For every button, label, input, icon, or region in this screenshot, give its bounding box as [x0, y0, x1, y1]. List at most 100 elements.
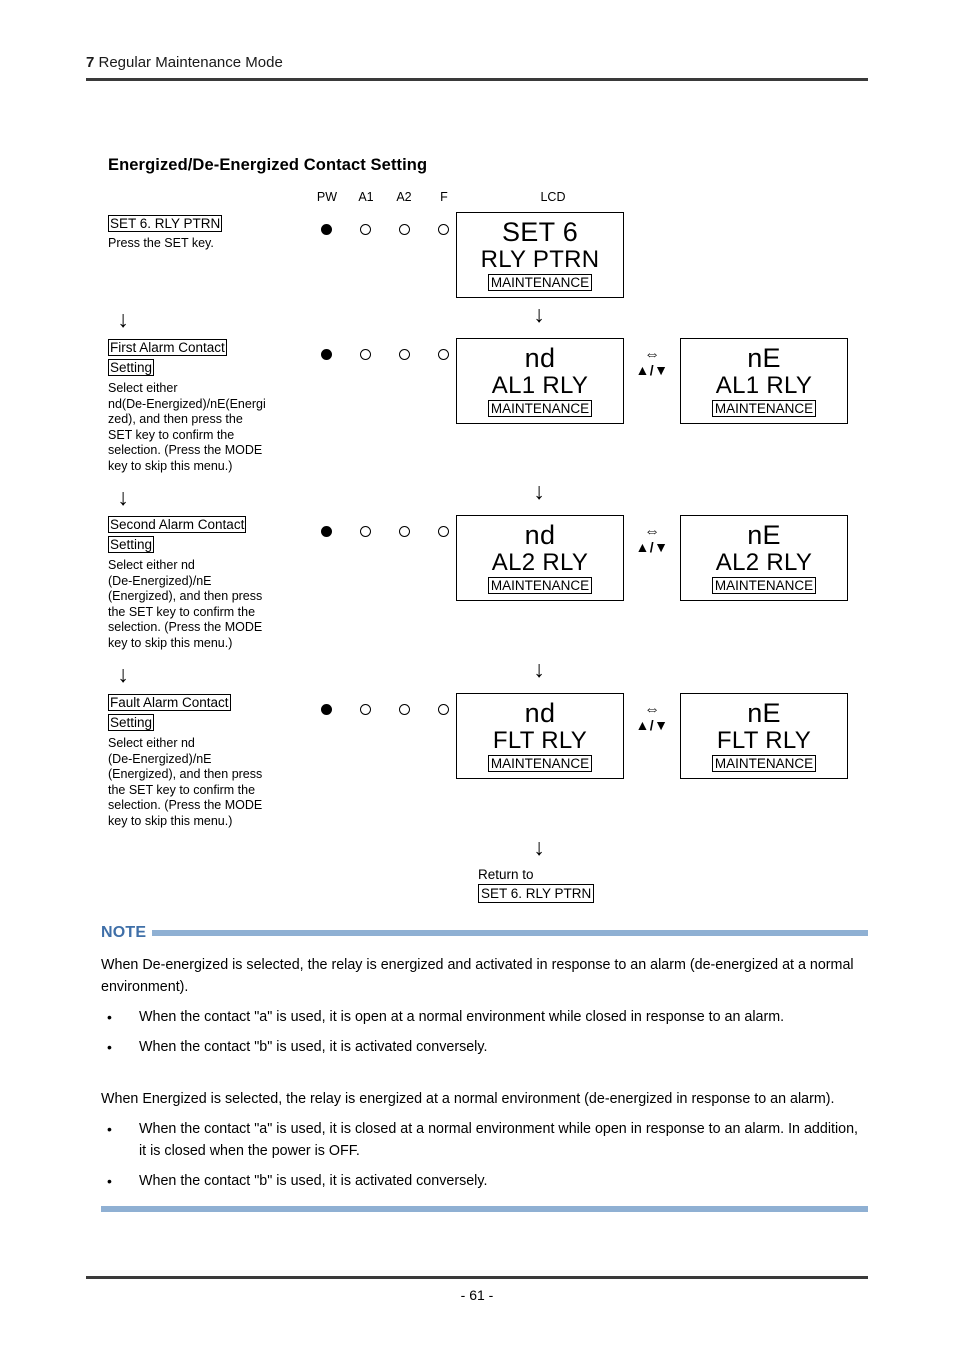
note-bullet-text: When the contact "a" is used, it is clos… [139, 1121, 859, 1159]
flow-arrow-al1-to-al2: ↓ [533, 478, 545, 504]
lcd-line2-al2-ne: AL2 RLY [715, 549, 813, 576]
note-bullet-item: • When the contact "a" is used, it is cl… [101, 1118, 868, 1162]
column-header-a1: A1 [358, 190, 374, 204]
note-label: NOTE [101, 924, 147, 941]
instruction-line: the SET key to confirm the [108, 604, 256, 619]
led-a1 [360, 224, 371, 235]
lcd-line1-al1-nd: nd [524, 343, 556, 373]
lcd-panel-set6: SET 6 RLY PTRN MAINTENANCE [456, 212, 624, 298]
instruction-line: selection. (Press the MODE [108, 443, 263, 457]
step-title-box-flt: Fault Alarm Contact Setting [108, 693, 306, 733]
note-bullet-item: • When the contact "b" is used, it is ac… [101, 1036, 868, 1058]
lcd-line2-set6: RLY PTRN [480, 246, 600, 273]
lcd-line2-flt-ne: FLT RLY [716, 727, 812, 754]
note-spacer [101, 1058, 868, 1076]
step-title-al1-line1: First Alarm Contact [108, 339, 227, 356]
step-title-al2-line1: Second Alarm Contact [108, 516, 247, 533]
led-a2 [399, 526, 410, 537]
instruction-line: key to skip this menu.) [108, 813, 233, 828]
return-label: Return to [478, 867, 534, 882]
note-header-bar [152, 930, 868, 936]
note-header: NOTE [101, 924, 868, 942]
return-block: Return to SET 6. RLY PTRN [478, 866, 595, 903]
note-paragraph-energized: When Energized is selected, the relay is… [101, 1091, 835, 1107]
note-bullet-text: When the contact "b" is used, it is acti… [139, 1173, 488, 1189]
lcd-panel-flt-nd: nd FLT RLY MAINTENANCE [456, 693, 624, 779]
instruction-line: key to skip this menu.) [108, 635, 233, 650]
note-bullet-text: When the contact "b" is used, it is acti… [139, 1039, 488, 1055]
lcd-panel-al2-nd: nd AL2 RLY MAINTENANCE [456, 515, 624, 601]
footer-divider [86, 1276, 868, 1279]
led-a1 [360, 349, 371, 360]
lcd-line2-al1-ne: AL1 RLY [715, 372, 813, 399]
instruction-line: (De-Energized)/nE [108, 751, 212, 766]
lcd-panel-al2-ne: nE AL2 RLY MAINTENANCE [680, 515, 848, 601]
instruction-line: Select either nd [108, 558, 195, 572]
instruction-line: Select either [108, 381, 178, 395]
lcd-mode-tag-flt-ne: MAINTENANCE [711, 755, 817, 772]
lcd-tag-wrap-al1-ne: MAINTENANCE [681, 400, 847, 417]
lcd-line1-al1-ne: nE [747, 343, 781, 373]
instruction-line: (Energized), and then press [108, 767, 263, 781]
led-group-al1 [308, 349, 473, 369]
lcd-line2-al2-nd: AL2 RLY [491, 549, 589, 576]
note-paragraph-de-energized: When De-energized is selected, the relay… [101, 957, 854, 995]
lcd-tag-wrap-al2-nd: MAINTENANCE [457, 577, 623, 594]
column-header-f: F [440, 190, 448, 204]
led-pw [321, 224, 332, 235]
step-instruction-al2: Select either nd (De-Energized)/nE (Ener… [108, 558, 306, 651]
led-f [438, 704, 449, 715]
lcd-tag-wrap-flt-nd: MAINTENANCE [457, 755, 623, 772]
instruction-line: (Energized), and then press [108, 589, 263, 603]
instruction-line: nd(De-Energized)/nE(Energi [108, 396, 266, 411]
instruction-line: selection. (Press the MODE [108, 798, 263, 812]
lcd-panel-al1-ne: nE AL1 RLY MAINTENANCE [680, 338, 848, 424]
lcd-tag-wrap-set6: MAINTENANCE [457, 274, 623, 291]
return-target: SET 6. RLY PTRN [478, 884, 595, 903]
lcd-mode-tag-al1-ne: MAINTENANCE [711, 400, 817, 417]
lcd-line1-al2-ne: nE [747, 520, 781, 550]
led-group-set6 [308, 224, 473, 244]
step-description-set6: SET 6. RLY PTRN Press the SET key. [108, 214, 306, 251]
led-pw [321, 704, 332, 715]
lcd-line1-flt-nd: nd [524, 698, 556, 728]
step-title-flt-line2: Setting [108, 714, 155, 731]
left-right-arrow-icon: ⇔ [644, 346, 660, 363]
led-f [438, 526, 449, 537]
lcd-mode-tag-flt-nd: MAINTENANCE [487, 755, 593, 772]
toggle-indicator-al1: ⇔ ▲/▼ [626, 346, 678, 379]
led-a2 [399, 349, 410, 360]
step-title-box-set6: SET 6. RLY PTRN [108, 214, 306, 234]
instruction-line: zed), and then press the [108, 412, 243, 426]
led-a2 [399, 704, 410, 715]
led-pw [321, 349, 332, 360]
led-a1 [360, 526, 371, 537]
lcd-line1-set6: SET 6 [501, 217, 579, 247]
column-header-pw: PW [316, 190, 338, 204]
step-instruction-flt: Select either nd (De-Energized)/nE (Ener… [108, 736, 306, 829]
led-a2 [399, 224, 410, 235]
step-title-al1-line2: Setting [108, 359, 155, 376]
lcd-line1-al2-nd: nd [524, 520, 556, 550]
chapter-title: Regular Maintenance Mode [94, 54, 283, 71]
toggle-indicator-flt: ⇔ ▲/▼ [626, 702, 678, 734]
page-footer: - 61 - [86, 1276, 868, 1303]
flow-arrow-al2-to-flt: ↓ [533, 656, 545, 682]
bullet-icon: • [107, 1009, 112, 1025]
note-bullet-list-energized: • When the contact "a" is used, it is cl… [101, 1118, 868, 1192]
instruction-line: (De-Energized)/nE [108, 573, 212, 588]
step-title-set6: SET 6. RLY PTRN [108, 215, 223, 232]
lcd-line1-flt-ne: nE [747, 698, 781, 728]
lcd-line2-flt-nd: FLT RLY [492, 727, 588, 754]
lcd-panel-al1-nd: nd AL1 RLY MAINTENANCE [456, 338, 624, 424]
instruction-line: key to skip this menu.) [108, 458, 233, 473]
flow-arrow-flt-to-return: ↓ [533, 834, 545, 860]
step-title-al2-line2: Setting [108, 536, 155, 553]
instruction-line: SET key to confirm the [108, 427, 235, 442]
lcd-panel-flt-ne: nE FLT RLY MAINTENANCE [680, 693, 848, 779]
page-number: - 61 - [460, 1287, 494, 1303]
note-bullet-text: When the contact "a" is used, it is open… [139, 1009, 785, 1025]
note-bullet-item: • When the contact "b" is used, it is ac… [101, 1170, 868, 1192]
bullet-icon: • [107, 1039, 112, 1055]
lcd-mode-tag-al1-nd: MAINTENANCE [487, 400, 593, 417]
